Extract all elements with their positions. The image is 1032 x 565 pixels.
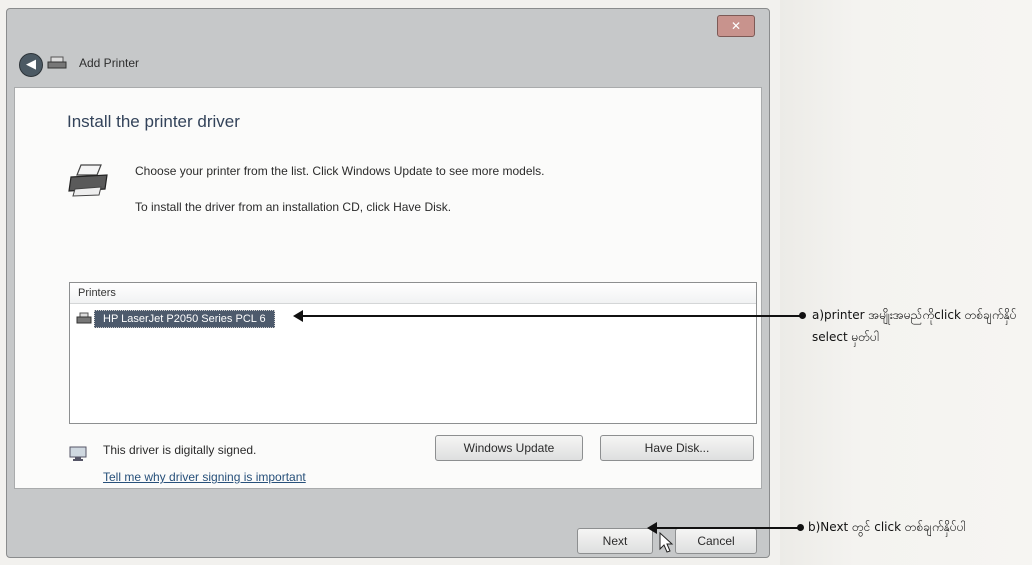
install-cd-text: To install the driver from an installati… — [135, 200, 452, 214]
printer-icon — [68, 164, 108, 197]
printers-list[interactable]: Printers HP LaserJet P2050 Series PCL 6 — [69, 282, 757, 424]
list-header-printers[interactable]: Printers — [70, 283, 756, 304]
title-bar: ✕ — [7, 9, 769, 49]
annotation-dot-icon — [797, 524, 804, 531]
driver-signing-link[interactable]: Tell me why driver signing is important — [103, 470, 306, 484]
list-item-label[interactable]: HP LaserJet P2050 Series PCL 6 — [94, 310, 275, 328]
list-item[interactable]: HP LaserJet P2050 Series PCL 6 — [76, 309, 275, 329]
page-title: Install the printer driver — [67, 112, 240, 131]
cancel-button[interactable]: Cancel — [675, 528, 757, 554]
window-title: Add Printer — [79, 56, 140, 70]
annotation-a-text: a)printer အမျိုးအမည်ကိုclick တစ်ချက်နှိပ… — [812, 308, 1017, 344]
arrow-head-icon — [647, 522, 657, 534]
printer-icon — [76, 312, 92, 324]
arrow-head-icon — [293, 310, 303, 322]
signed-driver-icon — [69, 446, 87, 461]
add-printer-dialog: ✕ ◀ Add Printer Install the printer driv… — [6, 8, 770, 558]
instruction-text: Choose your printer from the list. Click… — [135, 164, 545, 178]
back-button[interactable]: ◀ — [19, 53, 43, 77]
next-button[interactable]: Next — [577, 528, 653, 554]
annotation-dot-icon — [799, 312, 806, 319]
annotation-arrow-b — [652, 527, 798, 529]
windows-update-button[interactable]: Windows Update — [435, 435, 583, 461]
annotation-b-text: b)Next တွင် click တစ်ချက်နှိပ်ပါ — [808, 520, 966, 534]
annotation-arrow-a — [299, 315, 801, 317]
have-disk-button[interactable]: Have Disk... — [600, 435, 754, 461]
page-background — [780, 0, 1032, 565]
mouse-cursor-icon — [659, 532, 674, 553]
signed-status-text: This driver is digitally signed. — [103, 443, 257, 457]
printer-icon — [47, 56, 67, 69]
content-panel: Install the printer driver Choose your p… — [14, 87, 762, 489]
close-button[interactable]: ✕ — [717, 15, 755, 37]
